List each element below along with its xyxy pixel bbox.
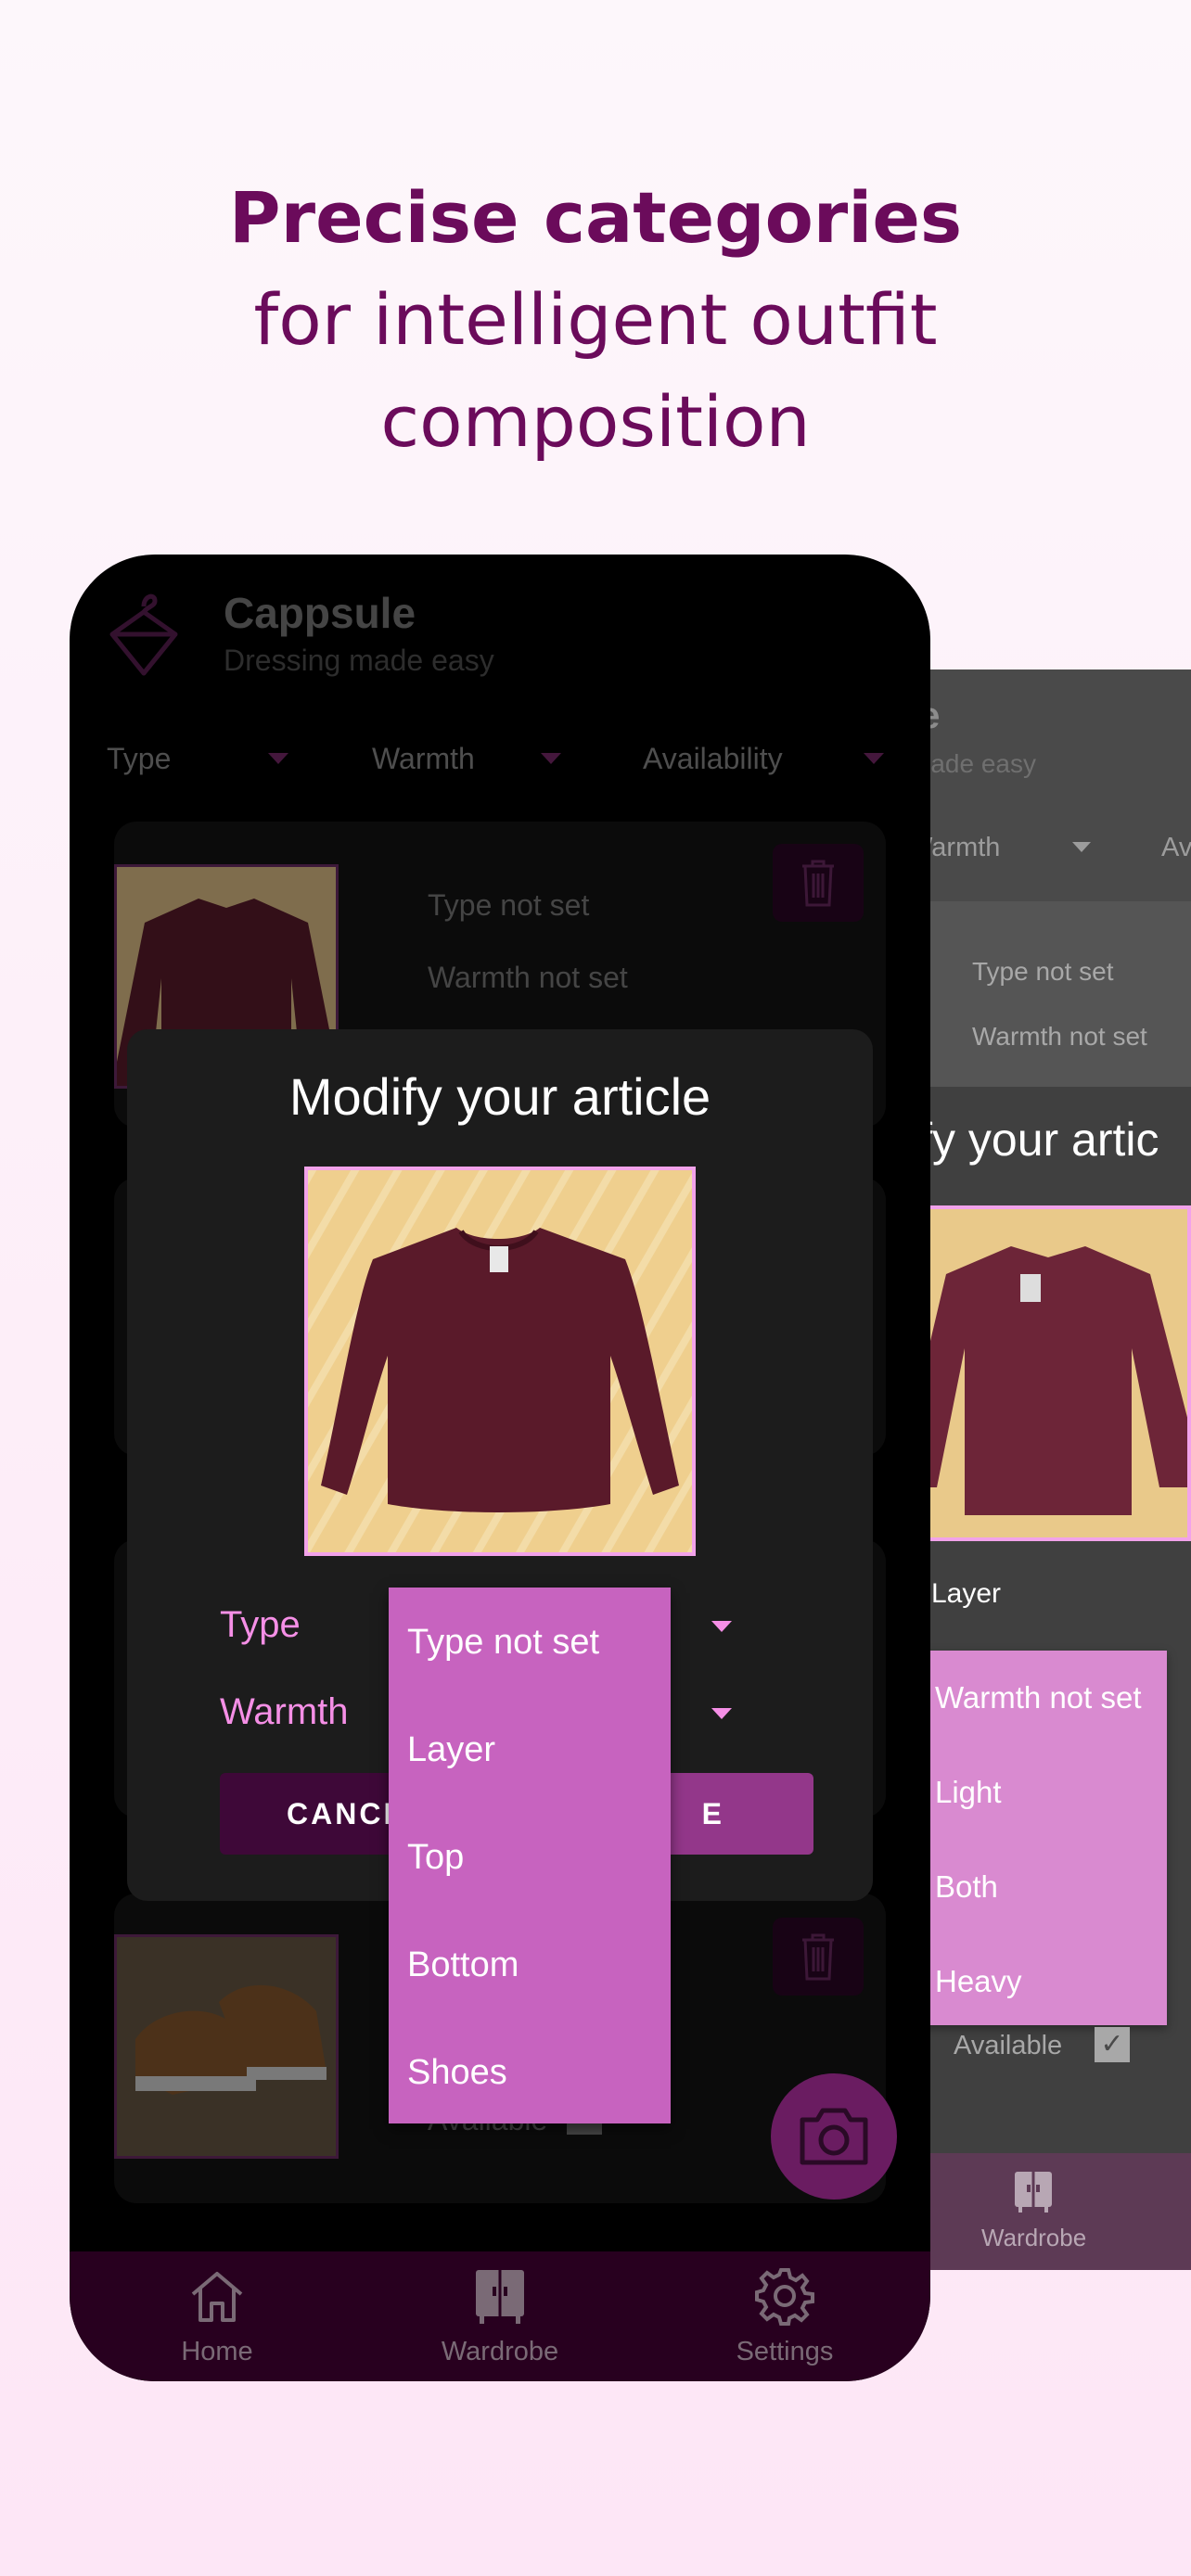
headline-line-1: Precise categories xyxy=(228,176,963,259)
warmth-option[interactable]: Warmth not set xyxy=(935,1680,1142,1715)
chevron-down-icon xyxy=(1072,842,1091,852)
nav-home[interactable]: Home xyxy=(115,2251,319,2381)
chevron-down-icon[interactable] xyxy=(711,1621,732,1632)
chevron-down-icon[interactable] xyxy=(711,1708,732,1719)
type-field-value[interactable]: Layer xyxy=(931,1578,1001,1610)
article-type: Type not set xyxy=(972,957,1114,986)
headline-line-2: for intelligent outfit xyxy=(253,278,938,361)
nav-home-label: Home xyxy=(181,2337,253,2366)
bottom-nav: Home Wardrobe Settings xyxy=(70,2251,930,2381)
nav-wardrobe-label: Wardrobe xyxy=(441,2337,559,2366)
type-option[interactable]: Shoes xyxy=(407,2053,507,2093)
promo-headline: Precise categories for intelligent outfi… xyxy=(0,167,1191,473)
dialog-title: Modify your article xyxy=(288,1067,711,1126)
nav-wardrobe[interactable]: Wardrobe xyxy=(398,2251,602,2381)
warmth-dropdown-menu: Warmth not set Light Both Heavy xyxy=(918,1651,1167,2025)
warmth-option[interactable]: Both xyxy=(935,1869,998,1905)
main-phone-screen: Cappsule Dressing made easy Type Warmth … xyxy=(70,555,930,2381)
available-checkbox[interactable]: ✓ xyxy=(1095,2027,1130,2062)
type-option[interactable]: Layer xyxy=(407,1730,495,1770)
filter-availability-fragment[interactable]: Av xyxy=(1161,833,1191,863)
article-warmth: Warmth not set xyxy=(972,1022,1147,1051)
wardrobe-icon xyxy=(476,2270,524,2324)
nav-settings-label: Settings xyxy=(736,2337,834,2366)
article-card[interactable] xyxy=(909,901,1191,1087)
bottom-nav xyxy=(909,2153,1191,2270)
type-option[interactable]: Bottom xyxy=(407,1945,519,1985)
type-option[interactable]: Type not set xyxy=(407,1623,599,1663)
warmth-option[interactable]: Heavy xyxy=(935,1964,1022,1999)
warmth-option[interactable]: Light xyxy=(935,1775,1002,1810)
type-field-label: Type xyxy=(220,1604,301,1645)
warmth-field-label: Warmth xyxy=(220,1691,349,1732)
dialog-title-fragment: ify your artic xyxy=(909,1114,1159,1166)
camera-icon xyxy=(800,2108,868,2165)
secondary-phone-screen: le made easy Warmth Av Type not set Warm… xyxy=(909,670,1191,2270)
nav-settings[interactable]: Settings xyxy=(683,2251,887,2381)
headline-line-3: composition xyxy=(380,380,811,463)
nav-wardrobe-label[interactable]: Wardrobe xyxy=(981,2224,1086,2252)
available-label: Available xyxy=(954,2031,1063,2060)
article-photo xyxy=(304,1167,696,1556)
camera-button[interactable] xyxy=(771,2073,897,2200)
article-photo xyxy=(909,1205,1191,1541)
gear-icon xyxy=(755,2268,814,2326)
type-option[interactable]: Top xyxy=(407,1838,464,1878)
home-icon xyxy=(191,2272,243,2322)
type-dropdown-menu: Type not set Layer Top Bottom Shoes xyxy=(389,1588,671,2123)
wardrobe-icon xyxy=(1015,2172,1052,2213)
